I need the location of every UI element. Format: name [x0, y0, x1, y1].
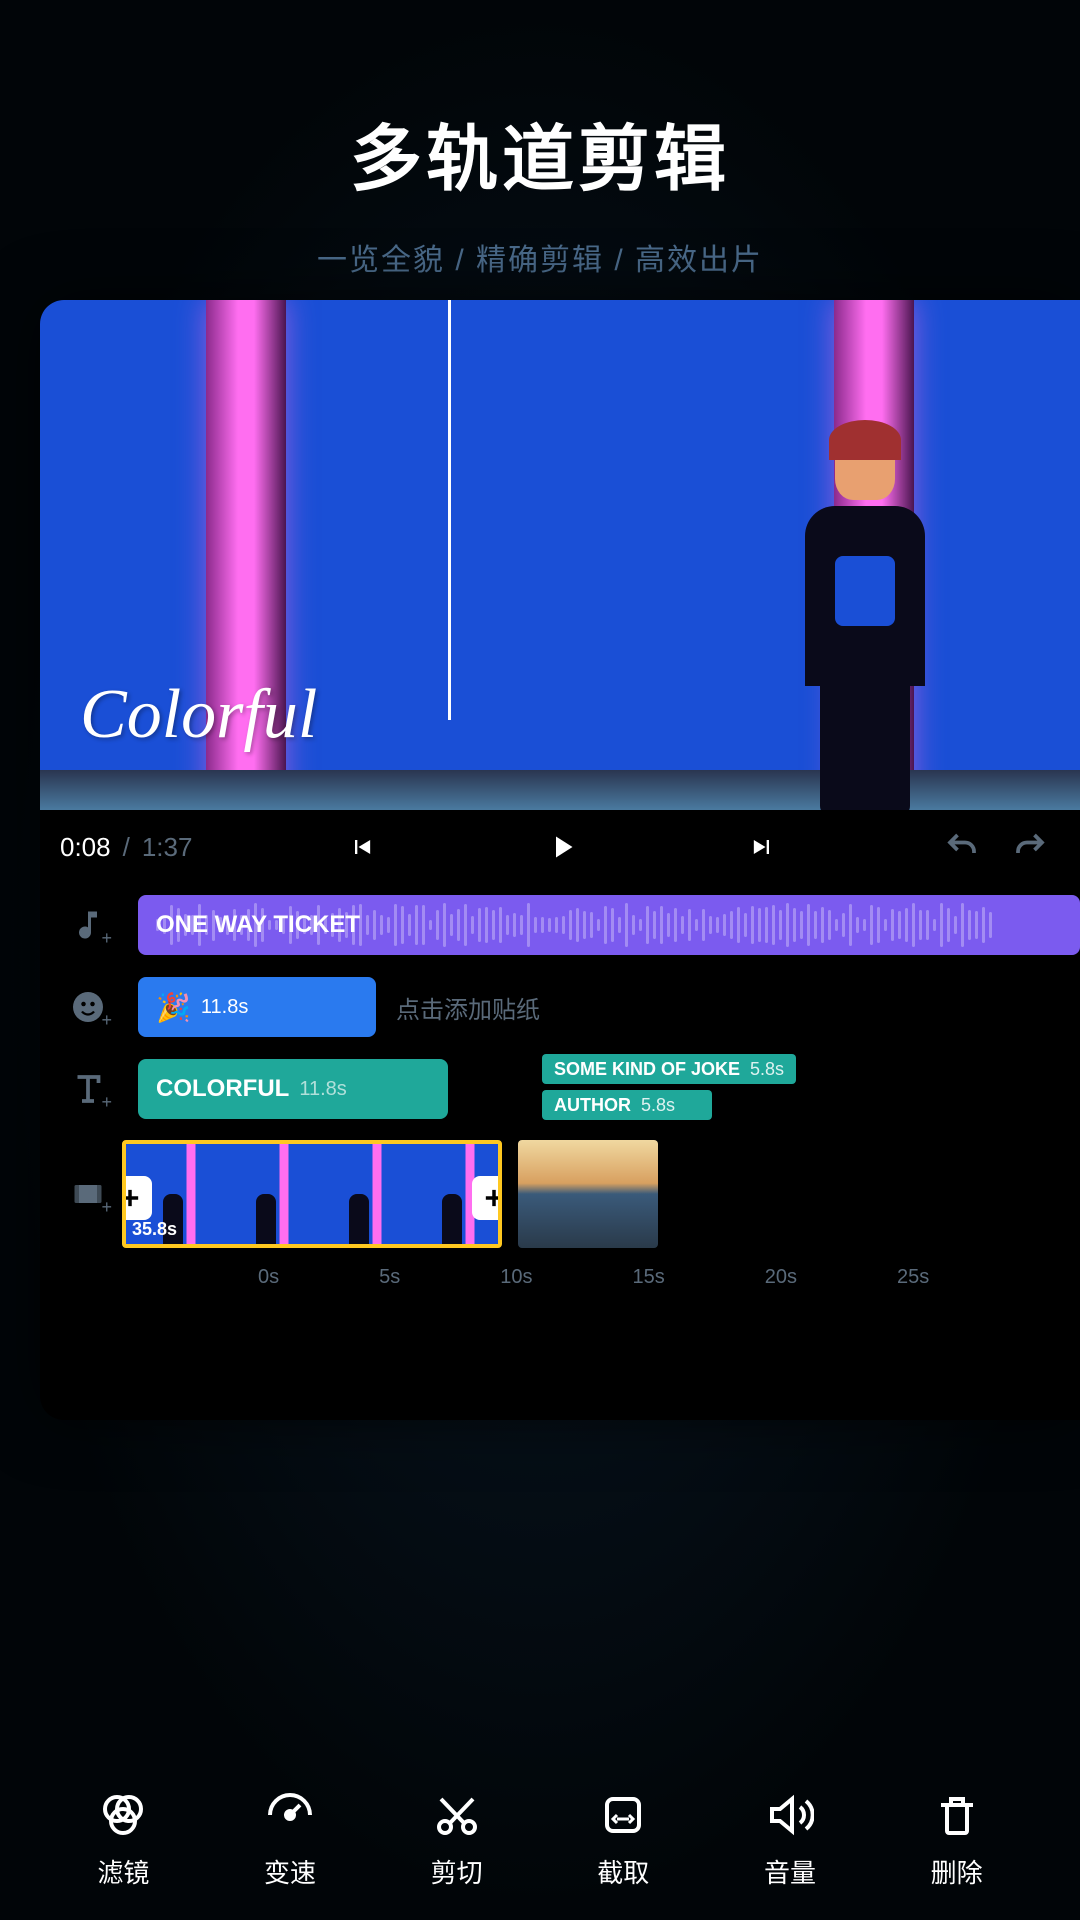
cut-tool[interactable]: 剪切	[431, 1791, 483, 1890]
music-clip[interactable]: ONE WAY TICKET	[138, 895, 1080, 955]
video-preview[interactable]: Colorful	[40, 300, 1080, 810]
music-label: ONE WAY TICKET	[156, 911, 360, 939]
editor-card: Colorful 0:08 / 1:37 + ONE WAY TICKET + …	[40, 300, 1080, 1420]
text-clip[interactable]: COLORFUL 11.8s	[138, 1059, 448, 1119]
time-separator: /	[123, 832, 130, 863]
undo-button[interactable]	[932, 817, 992, 877]
prev-button[interactable]	[332, 817, 392, 877]
filter-tool[interactable]: 滤镜	[97, 1791, 149, 1890]
redo-button[interactable]	[1000, 817, 1060, 877]
next-button[interactable]	[732, 817, 792, 877]
sticker-placeholder[interactable]: 点击添加贴纸	[376, 990, 1080, 1025]
video-clip-selected[interactable]: 35.8s	[122, 1140, 502, 1248]
page-title: 多轨道剪辑	[0, 100, 1080, 205]
time-current: 0:08	[60, 832, 111, 863]
clip-duration: 35.8s	[132, 1219, 177, 1240]
header: 多轨道剪辑 一览全貌 / 精确剪辑 / 高效出片	[0, 0, 1080, 279]
delete-tool[interactable]: 删除	[931, 1791, 983, 1890]
video-track: + 35.8s	[40, 1134, 1080, 1254]
add-text-icon[interactable]: +	[58, 1059, 118, 1119]
sticker-duration: 11.8s	[201, 996, 248, 1019]
text-tag[interactable]: AUTHOR5.8s	[542, 1090, 712, 1120]
time-ruler: 0s5s10s15s20s25s	[40, 1266, 1080, 1289]
text-tags: SOME KIND OF JOKE5.8s AUTHOR5.8s	[542, 1052, 796, 1120]
time-total: 1:37	[142, 832, 193, 863]
text-tag[interactable]: SOME KIND OF JOKE5.8s	[542, 1054, 796, 1084]
sticker-clip[interactable]: 🎉 11.8s	[138, 977, 376, 1037]
text-label: COLORFUL	[156, 1075, 289, 1103]
sticker-track: + 🎉 11.8s 点击添加贴纸	[40, 970, 1080, 1044]
party-icon: 🎉	[156, 991, 191, 1024]
text-track: + COLORFUL 11.8s SOME KIND OF JOKE5.8s A…	[40, 1052, 1080, 1126]
add-before-button[interactable]	[122, 1176, 152, 1220]
text-duration: 11.8s	[299, 1078, 346, 1101]
add-music-icon[interactable]: +	[58, 895, 118, 955]
play-button[interactable]	[532, 817, 592, 877]
page-subtitle: 一览全貌 / 精确剪辑 / 高效出片	[0, 235, 1080, 279]
bottom-toolbar: 滤镜 变速 剪切 截取 音量 删除	[0, 1760, 1080, 1920]
playhead[interactable]	[448, 300, 451, 720]
volume-tool[interactable]: 音量	[764, 1791, 816, 1890]
crop-tool[interactable]: 截取	[597, 1791, 649, 1890]
overlay-text: Colorful	[80, 675, 317, 755]
add-after-button[interactable]	[472, 1176, 502, 1220]
playback-controls: 0:08 / 1:37	[40, 810, 1080, 884]
add-video-icon[interactable]: +	[58, 1164, 118, 1224]
timeline-tracks: + ONE WAY TICKET + 🎉 11.8s 点击添加贴纸 + COLO…	[40, 884, 1080, 1293]
add-sticker-icon[interactable]: +	[58, 977, 118, 1037]
video-clip[interactable]	[518, 1140, 658, 1248]
music-track: + ONE WAY TICKET	[40, 888, 1080, 962]
speed-tool[interactable]: 变速	[264, 1791, 316, 1890]
